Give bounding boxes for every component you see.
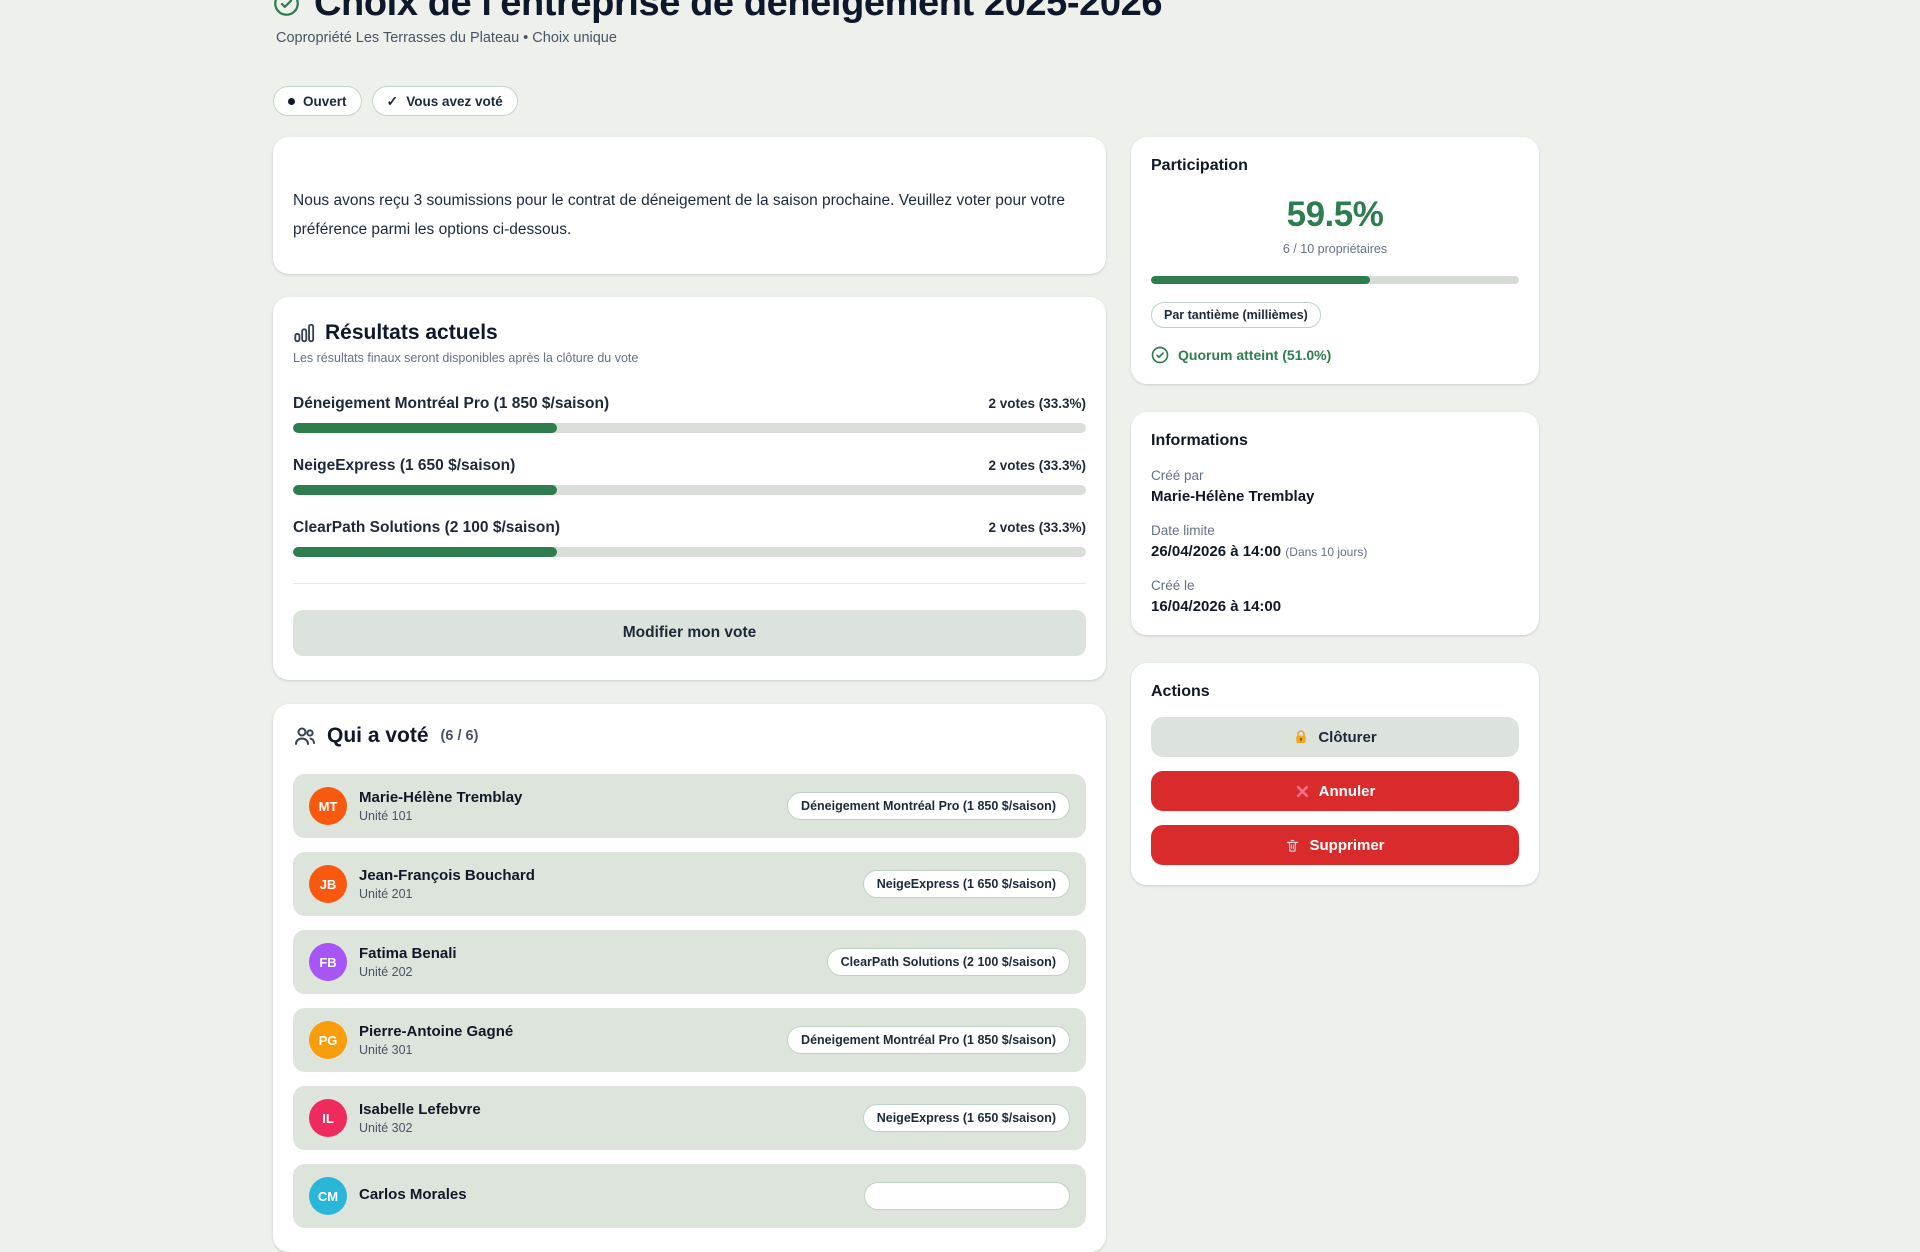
page-title: Choix de l'entreprise de déneigement 202… [314, 0, 1162, 22]
avatar: FB [309, 943, 347, 981]
status-badges: Ouvert ✓ Vous avez voté [273, 86, 1539, 116]
informations-groups: Créé par Marie-Hélène Tremblay Date limit… [1151, 468, 1519, 615]
option-progressbar [293, 547, 1086, 557]
voter-row: MT Marie-Hélène Tremblay Unité 101 Déneigem… [293, 774, 1086, 838]
voter-unit: Unité 202 [359, 965, 457, 979]
modify-vote-button[interactable]: Modifier mon vote [293, 610, 1086, 656]
actions-title: Actions [1151, 683, 1519, 701]
option-progress-fill [293, 423, 557, 433]
voter-choice-badge: ClearPath Solutions (2 100 $/saison) [827, 948, 1070, 976]
participation-title: Participation [1151, 157, 1519, 175]
participation-progress-fill [1151, 276, 1370, 284]
voters-title: Qui a voté [327, 724, 429, 748]
informations-card: Informations Créé par Marie-Hélène Trembl… [1131, 412, 1539, 635]
voter-name: Carlos Morales [359, 1186, 467, 1203]
voters-card: Qui a voté (6 / 6) MT Marie-Hélène Trembl… [273, 704, 1106, 1252]
voter-choice-badge: Déneigement Montréal Pro (1 850 $/saison… [787, 1026, 1070, 1054]
voter-name: Jean-François Bouchard [359, 867, 535, 884]
voters-list: MT Marie-Hélène Tremblay Unité 101 Déneigem… [293, 774, 1086, 1228]
avatar: PG [309, 1021, 347, 1059]
description-card: Nous avons reçu 3 soumissions pour le co… [273, 137, 1106, 274]
vote-mode-badge: Par tantième (millièmes) [1151, 302, 1321, 328]
quorum-status: Quorum atteint (51.0%) [1151, 346, 1519, 364]
option-votes: 2 votes (33.3%) [988, 458, 1086, 473]
participation-ratio: 6 / 10 propriétaires [1151, 242, 1519, 256]
option-progress-fill [293, 485, 557, 495]
divider [293, 583, 1086, 584]
option-label: NeigeExpress (1 650 $/saison) [293, 457, 515, 475]
page-header: Choix de l'entreprise de déneigement 202… [273, 0, 1539, 22]
voter-unit: Unité 101 [359, 809, 522, 823]
option-votes: 2 votes (33.3%) [988, 396, 1086, 411]
participation-percentage: 59.5% [1151, 195, 1519, 235]
voter-row: FB Fatima Benali Unité 202 ClearPath Soluti… [293, 930, 1086, 994]
option-progressbar [293, 485, 1086, 495]
info-group: Créé par Marie-Hélène Tremblay [1151, 468, 1519, 505]
trash-icon [1285, 838, 1300, 853]
voter-row: CM Carlos Morales [293, 1164, 1086, 1228]
page-subtitle: Copropriété Les Terrasses du Plateau • C… [276, 30, 1539, 46]
description-text: Nous avons reçu 3 soumissions pour le co… [293, 186, 1086, 244]
avatar: JB [309, 865, 347, 903]
voter-choice-badge [864, 1182, 1070, 1210]
option-label: Déneigement Montréal Pro (1 850 $/saison… [293, 395, 609, 413]
info-value: 16/04/2026 à 14:00 [1151, 598, 1519, 615]
info-value: Marie-Hélène Tremblay [1151, 488, 1519, 505]
close-vote-button[interactable]: Clôturer [1151, 717, 1519, 757]
option-votes: 2 votes (33.3%) [988, 520, 1086, 535]
option-label: ClearPath Solutions (2 100 $/saison) [293, 519, 560, 537]
avatar: IL [309, 1099, 347, 1137]
avatar: CM [309, 1177, 347, 1215]
voted-badge: ✓ Vous avez voté [372, 86, 518, 116]
info-group: Créé le 16/04/2026 à 14:00 [1151, 578, 1519, 615]
voter-row: PG Pierre-Antoine Gagné Unité 301 Déneigeme… [293, 1008, 1086, 1072]
delete-vote-button[interactable]: Supprimer [1151, 825, 1519, 865]
voter-unit: Unité 201 [359, 887, 535, 901]
result-option: ClearPath Solutions (2 100 $/saison) 2 vo… [293, 519, 1086, 557]
voter-unit: Unité 301 [359, 1043, 513, 1057]
voter-choice-badge: NeigeExpress (1 650 $/saison) [863, 870, 1070, 898]
voter-row: IL Isabelle Lefebvre Unité 302 NeigeExpress… [293, 1086, 1086, 1150]
lock-icon [1293, 729, 1309, 745]
info-value: 26/04/2026 à 14:00 (Dans 10 jours) [1151, 543, 1519, 560]
voter-unit: Unité 302 [359, 1121, 481, 1135]
voter-name: Pierre-Antoine Gagné [359, 1023, 513, 1040]
result-option: Déneigement Montréal Pro (1 850 $/saison… [293, 395, 1086, 433]
avatar: MT [309, 787, 347, 825]
users-icon [293, 724, 317, 748]
result-option: NeigeExpress (1 650 $/saison) 2 votes (33… [293, 457, 1086, 495]
actions-card: Actions Clôturer [1131, 663, 1539, 885]
bar-chart-icon [293, 322, 315, 344]
x-icon [1295, 784, 1310, 799]
option-progressbar [293, 423, 1086, 433]
results-card: Résultats actuels Les résultats finaux s… [273, 297, 1106, 680]
info-label: Date limite [1151, 523, 1519, 538]
cancel-vote-button[interactable]: Annuler [1151, 771, 1519, 811]
info-note: (Dans 10 jours) [1285, 545, 1367, 559]
check-icon: ✓ [387, 93, 399, 110]
participation-card: Participation 59.5% 6 / 10 propriétaires… [1131, 137, 1539, 384]
info-group: Date limite 26/04/2026 à 14:00 (Dans 10 j… [1151, 523, 1519, 560]
page-content: Choix de l'entreprise de déneigement 202… [273, 0, 1539, 1252]
voter-name: Marie-Hélène Tremblay [359, 789, 522, 806]
informations-title: Informations [1151, 432, 1519, 450]
option-progress-fill [293, 547, 557, 557]
check-circle-icon [273, 0, 300, 17]
results-title: Résultats actuels [325, 321, 498, 345]
results-options: Déneigement Montréal Pro (1 850 $/saison… [293, 395, 1086, 557]
voter-name: Fatima Benali [359, 945, 457, 962]
voter-choice-badge: Déneigement Montréal Pro (1 850 $/saison… [787, 792, 1070, 820]
info-label: Créé le [1151, 578, 1519, 593]
status-badge-open: Ouvert [273, 86, 362, 116]
results-subtitle: Les résultats finaux seront disponibles … [293, 351, 1086, 365]
voters-count: (6 / 6) [441, 728, 479, 744]
quorum-check-circle-icon [1151, 346, 1169, 364]
participation-progressbar [1151, 276, 1519, 284]
voter-choice-badge: NeigeExpress (1 650 $/saison) [863, 1104, 1070, 1132]
voter-row: JB Jean-François Bouchard Unité 201 NeigeEx… [293, 852, 1086, 916]
info-label: Créé par [1151, 468, 1519, 483]
status-dot-icon [288, 98, 295, 105]
voter-name: Isabelle Lefebvre [359, 1101, 481, 1118]
